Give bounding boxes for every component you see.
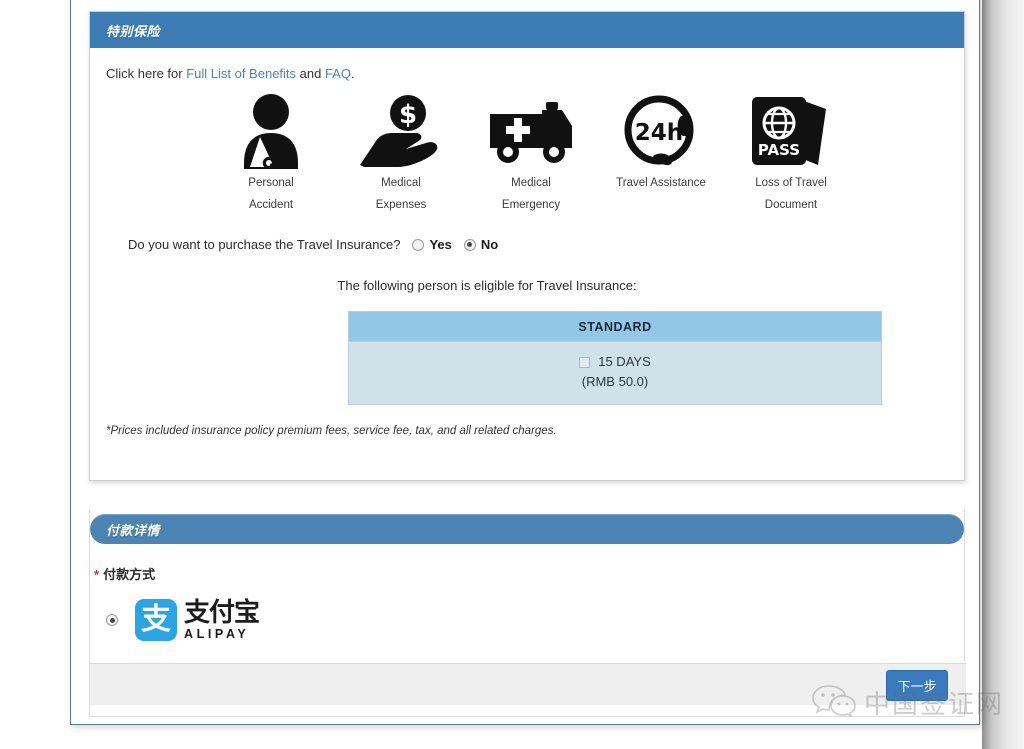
eligible-person-text: The following person is eligible for Tra…	[337, 278, 637, 293]
links-prefix-text: Click here for	[106, 66, 187, 81]
links-middle-text: and	[296, 66, 325, 81]
svg-text:PASS: PASS	[758, 141, 800, 159]
special-insurance-panel: 特别保险 Click here for Full List of Benefit…	[89, 11, 965, 481]
medical-emergency-icon	[466, 91, 596, 171]
benefit-label-line1: Medical	[381, 177, 421, 189]
insurance-panel-title: 特别保险	[106, 23, 161, 39]
purchase-insurance-no-label: No	[480, 237, 499, 252]
insurance-fineprint: *Prices included insurance policy premiu…	[106, 425, 557, 437]
plan-select-checkbox[interactable]	[579, 357, 591, 369]
travel-assistance-24h-icon: 24h	[596, 91, 726, 171]
required-asterisk: *	[94, 567, 100, 582]
alipay-logo: 支 支付宝 ALIPAY	[135, 597, 260, 641]
alipay-wordmark: 支付宝 ALIPAY	[184, 597, 260, 641]
insurance-panel-body: Click here for Full List of Benefits and…	[90, 48, 964, 437]
next-step-button[interactable]: 下一步	[886, 670, 948, 701]
personal-accident-icon	[206, 91, 336, 171]
benefits-links-line: Click here for Full List of Benefits and…	[106, 66, 948, 81]
page-container: 特别保险 Click here for Full List of Benefit…	[70, 0, 980, 725]
right-page-gutter	[982, 0, 1024, 749]
payment-method-label: * 付款方式	[94, 564, 964, 583]
alipay-radio[interactable]	[106, 614, 118, 626]
purchase-insurance-question-row: Do you want to purchase the Travel Insur…	[106, 237, 948, 252]
full-list-of-benefits-link[interactable]: Full List of Benefits	[186, 66, 296, 81]
benefit-label-line2: Document	[764, 199, 818, 211]
benefit-label-line1: Travel Assistance	[616, 177, 706, 189]
payment-panel-title: 付款详情	[106, 522, 161, 538]
benefit-icons-row: Personal Accident $ Medical Expenses Med…	[106, 91, 948, 215]
payment-method-option-alipay[interactable]: 支 支付宝 ALIPAY	[94, 599, 964, 641]
plan-duration-line: 15 DAYS	[349, 352, 881, 372]
svg-text:24h: 24h	[635, 120, 683, 146]
plan-table-header: STANDARD	[349, 312, 881, 342]
benefit-label-line1: Medical	[511, 177, 551, 189]
payment-details-panel: 付款详情 * 付款方式 支 支付宝 ALIPAY 下一步	[89, 510, 966, 717]
plan-price-label: (RMB 50.0)	[581, 374, 649, 389]
faq-link[interactable]: FAQ	[325, 66, 351, 81]
medical-expenses-icon: $	[336, 91, 466, 171]
benefit-label-line2: Accident	[248, 199, 294, 211]
benefit-item: Personal Accident	[206, 91, 336, 215]
benefit-item: PASS Loss of Travel Document	[726, 91, 856, 215]
benefit-item: 24h Travel Assistance	[596, 91, 726, 215]
svg-text:$: $	[399, 100, 417, 130]
plan-duration-label: 15 DAYS	[598, 354, 651, 369]
purchase-insurance-question-text: Do you want to purchase the Travel Insur…	[128, 237, 401, 252]
benefit-label-line1: Loss of Travel	[755, 177, 827, 189]
alipay-mark-icon: 支	[135, 599, 177, 641]
payment-method-label-text: 付款方式	[103, 567, 156, 582]
alipay-chinese-name: 支付宝	[184, 597, 260, 628]
payment-panel-header: 付款详情	[90, 514, 964, 544]
alipay-english-name: ALIPAY	[184, 626, 250, 641]
benefit-label-line2: Expenses	[375, 199, 427, 211]
form-footer-bar: 下一步	[90, 662, 966, 705]
benefit-item: $ Medical Expenses	[336, 91, 466, 215]
links-suffix-text: .	[350, 66, 355, 81]
purchase-insurance-radio-yes[interactable]	[412, 238, 425, 251]
benefit-label-line1: Personal	[248, 177, 294, 189]
benefit-item: Medical Emergency	[466, 91, 596, 215]
purchase-insurance-radio-no[interactable]	[463, 238, 476, 251]
loss-of-travel-document-icon: PASS	[726, 91, 856, 171]
insurance-panel-header: 特别保险	[90, 12, 964, 48]
benefit-label-line2: Emergency	[501, 199, 561, 211]
plan-table-row: 15 DAYS (RMB 50.0)	[349, 342, 881, 404]
left-page-margin	[0, 0, 70, 749]
purchase-insurance-yes-label: Yes	[429, 237, 452, 252]
insurance-plan-table: STANDARD 15 DAYS (RMB 50.0)	[348, 311, 882, 405]
